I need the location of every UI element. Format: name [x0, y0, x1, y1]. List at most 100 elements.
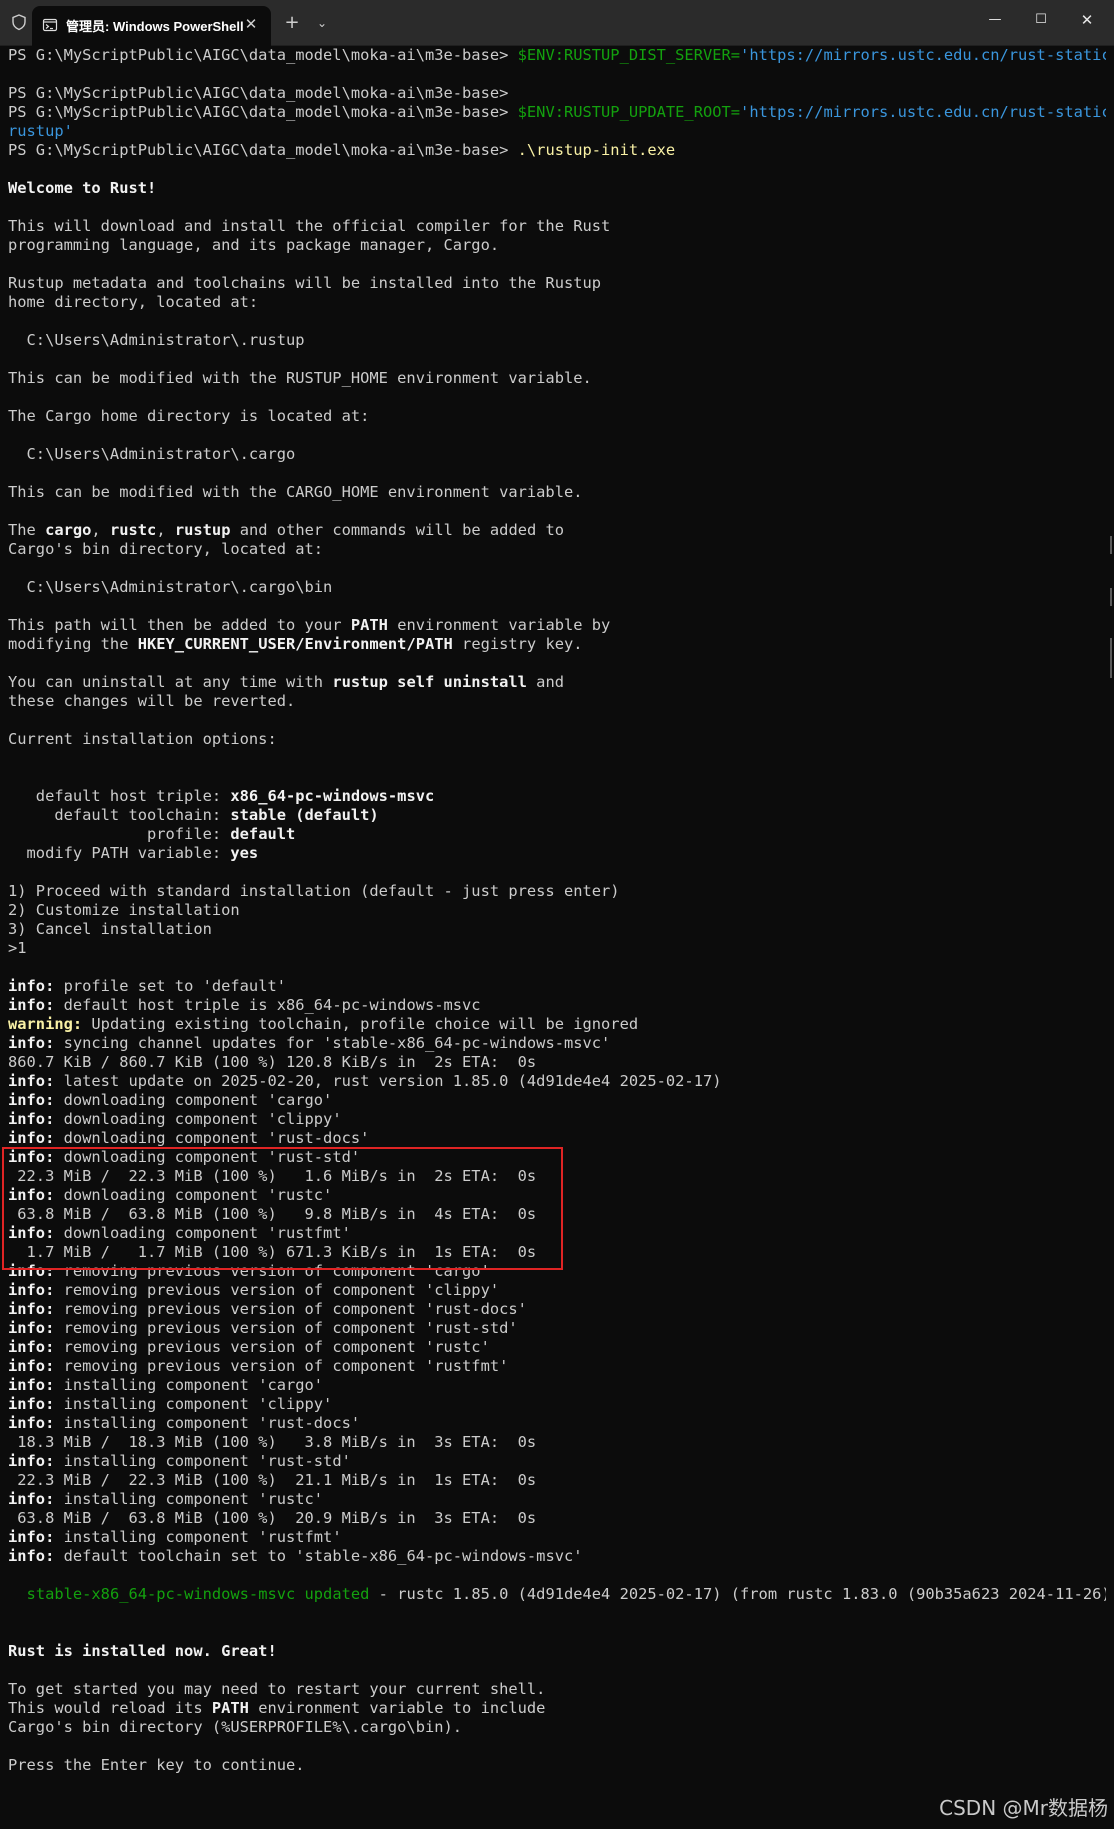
terminal-line: modify PATH variable: yes: [8, 844, 1106, 863]
tab-title: 管理员: Windows PowerShell: [66, 19, 244, 34]
terminal-line: info: syncing channel updates for 'stabl…: [8, 1034, 1106, 1053]
terminal-text: syncing channel updates for 'stable-x86_…: [54, 1034, 611, 1052]
terminal-text: rustc: [109, 521, 157, 539]
terminal-line: C:\Users\Administrator\.rustup: [8, 331, 1106, 350]
terminal-text: Cargo's bin directory, located at:: [8, 540, 324, 558]
tab-powershell[interactable]: 管理员: Windows PowerShell ✕: [32, 6, 271, 46]
terminal-text: C:\Users\Administrator\.cargo\bin: [8, 578, 333, 596]
terminal-text: installing component 'rustc': [54, 1490, 324, 1508]
terminal-text: info:: [8, 1091, 55, 1109]
terminal-line: 1) Proceed with standard installation (d…: [8, 882, 1106, 901]
terminal-text: PS G:\MyScriptPublic\AIGC\data_model\mok…: [8, 84, 509, 102]
terminal-text: stable (default): [230, 806, 379, 824]
terminal-line: This path will then be added to your PAT…: [8, 616, 1106, 635]
terminal-text: info:: [8, 1414, 55, 1432]
terminal-line: 860.7 KiB / 860.7 KiB (100 %) 120.8 KiB/…: [8, 1053, 1106, 1072]
terminal-text: info:: [8, 1452, 55, 1470]
terminal-text: removing previous version of component '…: [54, 1281, 500, 1299]
terminal-text: This can be modified with the CARGO_HOME…: [8, 483, 583, 501]
terminal-line: Cargo's bin directory, located at:: [8, 540, 1106, 559]
scrollbar[interactable]: [1106, 46, 1112, 1829]
terminal-text: rustup self uninstall: [332, 673, 527, 691]
terminal-text: environment variable to include: [248, 1699, 546, 1717]
terminal-line: default toolchain: stable (default): [8, 806, 1106, 825]
terminal-line: 63.8 MiB / 63.8 MiB (100 %) 20.9 MiB/s i…: [8, 1509, 1106, 1528]
terminal-text: 1) Proceed with standard installation (d…: [8, 882, 620, 900]
terminal-text: Welcome to Rust!: [8, 179, 157, 197]
terminal-text: programming language, and its package ma…: [8, 236, 500, 254]
terminal-text: =: [730, 103, 741, 121]
terminal-text: installing component 'cargo': [54, 1376, 324, 1394]
terminal-text: The Cargo home directory is located at:: [8, 407, 370, 425]
terminal-line: programming language, and its package ma…: [8, 236, 1106, 255]
terminal-line: these changes will be reverted.: [8, 692, 1106, 711]
terminal-text: environment variable by: [387, 616, 611, 634]
terminal-text: PS G:\MyScriptPublic\AIGC\data_model\mok…: [8, 141, 518, 159]
chevron-down-icon[interactable]: ⌄: [310, 11, 334, 35]
terminal-line: info: downloading component 'cargo': [8, 1091, 1106, 1110]
terminal-text: warning:: [8, 1015, 83, 1033]
close-button[interactable]: ✕: [1064, 0, 1110, 40]
shield-icon[interactable]: [10, 13, 28, 31]
title-bar: 管理员: Windows PowerShell ✕ + ⌄ — ☐ ✕: [0, 0, 1114, 46]
terminal-line: info: downloading component 'rust-docs': [8, 1129, 1106, 1148]
minimize-button[interactable]: —: [972, 0, 1018, 40]
terminal-text: profile:: [8, 825, 231, 843]
terminal-line: PS G:\MyScriptPublic\AIGC\data_model\mok…: [8, 103, 1106, 122]
terminal-text: HKEY_CURRENT_USER/Environment/PATH: [137, 635, 453, 653]
terminal-line: This would reload its PATH environment v…: [8, 1699, 1106, 1718]
terminal-line: rustup': [8, 122, 1106, 141]
terminal-line: info: installing component 'rust-std': [8, 1452, 1106, 1471]
terminal-text: info:: [8, 1338, 55, 1356]
terminal-line: 2) Customize installation: [8, 901, 1106, 920]
new-tab-button[interactable]: +: [280, 11, 304, 35]
terminal-line: The cargo, rustc, rustup and other comma…: [8, 521, 1106, 540]
terminal-line: info: default host triple is x86_64-pc-w…: [8, 996, 1106, 1015]
tab-close-icon[interactable]: ✕: [241, 14, 261, 34]
terminal-line: profile: default: [8, 825, 1106, 844]
terminal-text: info:: [8, 977, 55, 995]
terminal-text: You can uninstall at any time with: [8, 673, 333, 691]
terminal-line: info: installing component 'rustfmt': [8, 1528, 1106, 1547]
terminal-line: >1: [8, 939, 1106, 958]
terminal-output[interactable]: PS G:\MyScriptPublic\AIGC\data_model\mok…: [0, 46, 1106, 1829]
terminal-line: 3) Cancel installation: [8, 920, 1106, 939]
terminal-line: modifying the HKEY_CURRENT_USER/Environm…: [8, 635, 1106, 654]
scrollbar-mark: [1110, 588, 1112, 606]
terminal-line: 22.3 MiB / 22.3 MiB (100 %) 21.1 MiB/s i…: [8, 1471, 1106, 1490]
terminal-line: This will download and install the offic…: [8, 217, 1106, 236]
terminal-text: and: [526, 673, 564, 691]
maximize-button[interactable]: ☐: [1018, 0, 1064, 40]
terminal-line: C:\Users\Administrator\.cargo: [8, 445, 1106, 464]
terminal-text: =: [730, 46, 741, 64]
terminal-text: info:: [8, 996, 55, 1014]
terminal-text: info:: [8, 1110, 55, 1128]
terminal-text: ,: [91, 521, 110, 539]
terminal-line: stable-x86_64-pc-windows-msvc updated - …: [8, 1585, 1106, 1604]
terminal-text: PS G:\MyScriptPublic\AIGC\data_model\mok…: [8, 103, 518, 121]
terminal-text: To get started you may need to restart y…: [8, 1680, 546, 1698]
terminal-line: This can be modified with the CARGO_HOME…: [8, 483, 1106, 502]
terminal-text: default toolchain set to 'stable-x86_64-…: [54, 1547, 583, 1565]
terminal-text: >1: [8, 939, 27, 957]
terminal-line: Press the Enter key to continue.: [8, 1756, 1106, 1775]
terminal-text: info:: [8, 1034, 55, 1052]
terminal-line: info: removing previous version of compo…: [8, 1319, 1106, 1338]
terminal-text: default host triple is x86_64-pc-windows…: [54, 996, 481, 1014]
terminal-line: info: installing component 'rust-docs': [8, 1414, 1106, 1433]
terminal-line: Cargo's bin directory (%USERPROFILE%\.ca…: [8, 1718, 1106, 1737]
terminal-text: info:: [8, 1357, 55, 1375]
terminal-text: C:\Users\Administrator\.rustup: [8, 331, 305, 349]
terminal-text: The: [8, 521, 46, 539]
terminal-text: info:: [8, 1072, 55, 1090]
